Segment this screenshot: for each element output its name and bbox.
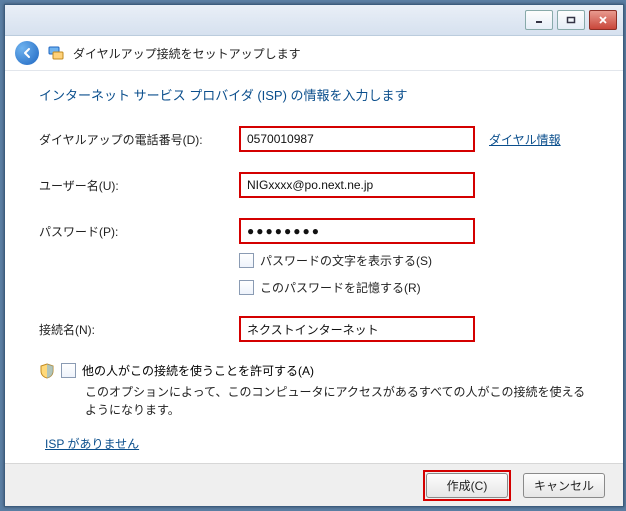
allow-others-checkbox[interactable] bbox=[61, 363, 76, 378]
page-title: ダイヤルアップ接続をセットアップします bbox=[73, 45, 301, 62]
show-password-checkbox[interactable] bbox=[239, 253, 254, 268]
close-button[interactable] bbox=[589, 10, 617, 30]
label-user: ユーザー名(U): bbox=[39, 177, 239, 194]
password-mask: ●●●●●●●● bbox=[247, 224, 321, 238]
label-password: パスワード(P): bbox=[39, 223, 239, 240]
instruction-text: インターネット サービス プロバイダ (ISP) の情報を入力します bbox=[39, 85, 589, 104]
create-button-highlight: 作成(C) bbox=[423, 470, 511, 501]
username-input[interactable]: NIGxxxx@po.next.ne.jp bbox=[239, 172, 475, 198]
minimize-button[interactable] bbox=[525, 10, 553, 30]
no-isp-link[interactable]: ISP がありません bbox=[45, 437, 139, 451]
remember-password-label: このパスワードを記憶する(R) bbox=[260, 279, 421, 296]
back-button[interactable] bbox=[15, 41, 39, 65]
phone-value: 0570010987 bbox=[247, 132, 314, 146]
connection-name-value: ネクストインターネット bbox=[247, 321, 379, 338]
show-password-label: パスワードの文字を表示する(S) bbox=[260, 252, 432, 269]
wizard-window: ダイヤルアップ接続をセットアップします インターネット サービス プロバイダ (… bbox=[4, 4, 624, 507]
arrow-left-icon bbox=[20, 46, 34, 60]
dial-info-link[interactable]: ダイヤル情報 bbox=[489, 131, 561, 148]
label-phone: ダイヤルアップの電話番号(D): bbox=[39, 131, 239, 148]
password-input[interactable]: ●●●●●●●● bbox=[239, 218, 475, 244]
shield-icon bbox=[39, 363, 55, 379]
username-value: NIGxxxx@po.next.ne.jp bbox=[247, 178, 373, 192]
cancel-button[interactable]: キャンセル bbox=[523, 473, 605, 498]
maximize-button[interactable] bbox=[557, 10, 585, 30]
connection-name-input[interactable]: ネクストインターネット bbox=[239, 316, 475, 342]
allow-others-note: このオプションによって、このコンピュータにアクセスがあるすべての人がこの接続を使… bbox=[85, 383, 589, 419]
label-connection: 接続名(N): bbox=[39, 321, 239, 338]
wizard-header: ダイヤルアップ接続をセットアップします bbox=[5, 36, 623, 71]
wizard-footer: 作成(C) キャンセル bbox=[5, 463, 623, 506]
create-button[interactable]: 作成(C) bbox=[426, 473, 508, 498]
titlebar bbox=[5, 5, 623, 36]
phone-input[interactable]: 0570010987 bbox=[239, 126, 475, 152]
remember-password-checkbox[interactable] bbox=[239, 280, 254, 295]
allow-others-label: 他の人がこの接続を使うことを許可する(A) bbox=[82, 362, 314, 379]
network-icon bbox=[47, 44, 65, 62]
wizard-body: インターネット サービス プロバイダ (ISP) の情報を入力します ダイヤルア… bbox=[5, 71, 623, 476]
